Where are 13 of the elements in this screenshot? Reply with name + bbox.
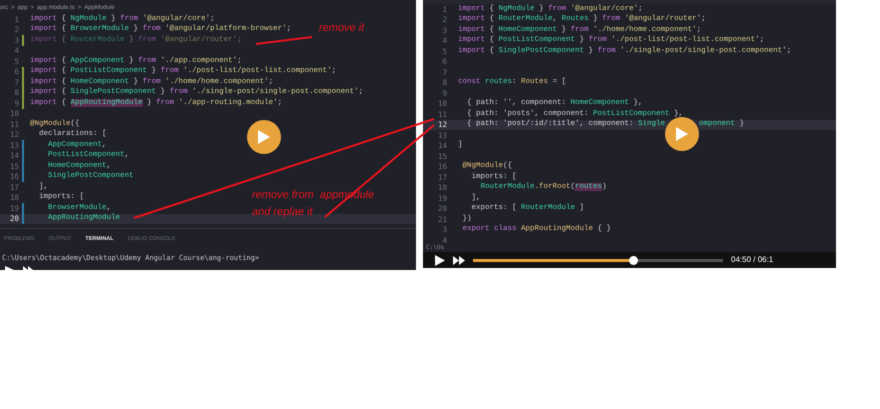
- play-icon: [675, 126, 690, 142]
- skip-icon[interactable]: [23, 266, 33, 270]
- progress-thumb[interactable]: [629, 256, 638, 264]
- annotation-text: and replae it: [252, 205, 313, 220]
- play-icon[interactable]: [435, 254, 445, 266]
- play-icon[interactable]: [5, 266, 14, 270]
- time-readout: 04:50 / 06:1: [731, 254, 774, 266]
- progress-track[interactable]: [473, 258, 723, 262]
- annotation-text: remove it: [319, 21, 364, 36]
- play-button[interactable]: [665, 117, 700, 152]
- play-icon: [257, 129, 271, 145]
- skip-icon[interactable]: [453, 256, 465, 264]
- play-button[interactable]: [247, 120, 281, 154]
